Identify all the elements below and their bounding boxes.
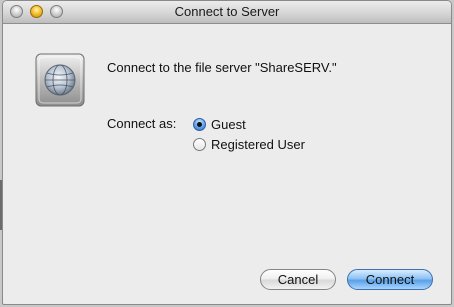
- registered-user-label: Registered User: [211, 136, 305, 152]
- registered-user-radio[interactable]: [193, 137, 206, 151]
- window-title: Connect to Server: [174, 4, 280, 19]
- guest-label: Guest: [211, 116, 246, 132]
- registered-user-option[interactable]: Registered User: [193, 135, 305, 153]
- cancel-button[interactable]: Cancel: [260, 269, 336, 290]
- connect-to-server-dialog: Connect to Server Connect to the file se…: [2, 0, 452, 305]
- network-server-icon: [35, 53, 85, 107]
- server-message: Connect to the file server "ShareSERV.": [107, 60, 337, 75]
- connect-as-label: Connect as:: [107, 116, 177, 131]
- title-bar[interactable]: Connect to Server: [3, 1, 451, 24]
- connect-button[interactable]: Connect: [347, 269, 433, 290]
- guest-option[interactable]: Guest: [193, 115, 246, 133]
- guest-radio[interactable]: [193, 117, 206, 131]
